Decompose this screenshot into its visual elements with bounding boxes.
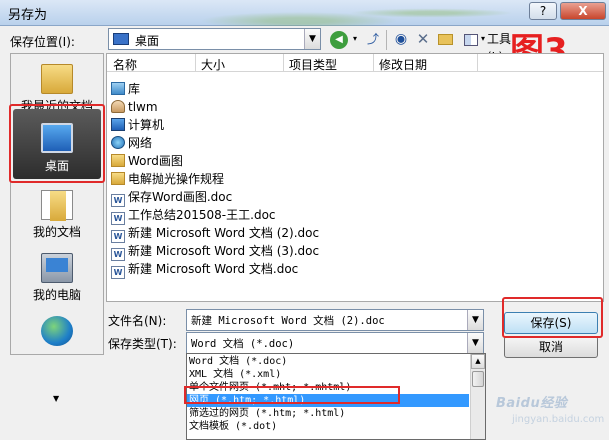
- desktop-icon: [113, 33, 129, 45]
- chevron-down-icon[interactable]: ▼: [467, 310, 483, 330]
- filetype-label: 保存类型(T):: [108, 337, 177, 351]
- file-name: 计算机: [128, 118, 165, 132]
- my-computer-icon: [41, 253, 73, 283]
- filename-value: 新建 Microsoft Word 文档 (2).doc: [191, 315, 385, 327]
- list-item[interactable]: 电解抛光操作规程: [111, 170, 224, 188]
- column-separator[interactable]: [477, 54, 478, 72]
- list-item[interactable]: 库: [111, 80, 140, 98]
- filetype-option[interactable]: Word 文档 (*.doc): [187, 355, 469, 368]
- column-separator[interactable]: [195, 54, 196, 72]
- save-highlight-box: [502, 297, 603, 338]
- network-icon: [111, 136, 125, 149]
- computer-icon: [111, 118, 125, 131]
- chevron-down-icon[interactable]: ▼: [304, 29, 320, 49]
- file-name: 库: [128, 82, 141, 96]
- watermark: Baidu经验: [496, 396, 568, 411]
- column-separator[interactable]: [283, 54, 284, 72]
- filetype-option[interactable]: XML 文档 (*.xml): [187, 368, 469, 381]
- file-name: 新建 Microsoft Word 文档.doc: [128, 262, 299, 276]
- place-network[interactable]: [13, 310, 101, 350]
- filetype-option[interactable]: 筛选过的网页 (*.htm; *.html): [187, 407, 469, 420]
- close-button[interactable]: X: [560, 2, 606, 20]
- list-item[interactable]: 计算机: [111, 116, 164, 134]
- back-dropdown-icon[interactable]: ▾: [350, 30, 360, 50]
- up-folder-icon[interactable]: ⤴: [364, 30, 382, 50]
- new-folder-icon[interactable]: [436, 30, 454, 50]
- user-folder-icon: [111, 100, 125, 113]
- file-name: 新建 Microsoft Word 文档 (3).doc: [128, 244, 320, 258]
- title-bar-background: [200, 0, 530, 26]
- scroll-up-icon[interactable]: ▲: [471, 354, 485, 369]
- save-location-dropdown[interactable]: 桌面 ▼: [108, 28, 321, 50]
- filetype-option[interactable]: 文档模板 (*.dot): [187, 420, 469, 433]
- place-label: 我的文档: [32, 225, 81, 239]
- column-header-date[interactable]: 修改日期: [379, 56, 427, 73]
- file-name: 工作总结201508-王工.doc: [128, 208, 276, 222]
- dropdown-scrollbar[interactable]: ▲: [470, 354, 485, 439]
- save-location-label: 保存位置(I):: [10, 35, 75, 49]
- folder-icon: [111, 172, 125, 185]
- file-name: tlwm: [128, 100, 158, 114]
- list-item[interactable]: 工作总结201508-王工.doc: [111, 206, 276, 225]
- desktop-highlight-box: [9, 104, 105, 183]
- places-bar: 我最近的文档 桌面 我的文档 我的电脑 ▼: [10, 53, 104, 403]
- save-location-value: 桌面: [135, 34, 160, 48]
- library-icon: [111, 82, 125, 95]
- place-label: 我的电脑: [32, 288, 81, 302]
- file-name: Word画图: [128, 154, 183, 168]
- file-list[interactable]: 名称 大小 项目类型 修改日期 库 tlwm 计算机 网络 Word画图 电解抛…: [106, 53, 604, 302]
- folder-icon: [111, 154, 125, 167]
- watermark-url: jingyan.baidu.com: [512, 414, 605, 425]
- recent-folder-icon: [41, 64, 73, 94]
- word-doc-icon: [111, 266, 125, 279]
- file-name: 网络: [128, 136, 153, 150]
- back-icon[interactable]: ◀: [330, 31, 348, 49]
- window-title: 另存为: [8, 8, 48, 23]
- list-item[interactable]: tlwm: [111, 98, 158, 116]
- delete-icon[interactable]: ✕: [414, 30, 432, 50]
- search-web-icon[interactable]: ◉: [392, 30, 410, 50]
- places-scroll-down-icon[interactable]: ▼: [53, 394, 59, 403]
- filetype-value: Word 文档 (*.doc): [191, 338, 295, 350]
- chevron-down-icon[interactable]: ▼: [467, 333, 483, 353]
- filetype-select[interactable]: Word 文档 (*.doc) ▼: [186, 332, 484, 354]
- scroll-thumb[interactable]: [472, 371, 484, 387]
- list-item[interactable]: 新建 Microsoft Word 文档 (3).doc: [111, 242, 320, 261]
- file-name: 保存Word画图.doc: [128, 190, 233, 204]
- list-item[interactable]: 新建 Microsoft Word 文档.doc: [111, 260, 299, 279]
- filename-field[interactable]: 新建 Microsoft Word 文档 (2).doc ▼: [186, 309, 484, 331]
- column-headers: 名称 大小 项目类型 修改日期: [107, 54, 603, 72]
- option-highlight-box: [184, 386, 400, 404]
- title-bar[interactable]: 另存为 ? X: [0, 0, 609, 26]
- filename-label: 文件名(N):: [108, 314, 167, 328]
- column-separator[interactable]: [373, 54, 374, 72]
- cancel-button[interactable]: 取消: [504, 336, 598, 358]
- my-documents-icon: [41, 190, 73, 221]
- file-name: 电解抛光操作规程: [128, 172, 225, 186]
- column-header-size[interactable]: 大小: [201, 56, 225, 73]
- column-header-name[interactable]: 名称: [113, 56, 137, 73]
- list-item[interactable]: Word画图: [111, 152, 183, 170]
- toolbar-separator: [386, 30, 387, 50]
- list-item[interactable]: 保存Word画图.doc: [111, 188, 233, 207]
- network-globe-icon: [41, 316, 73, 346]
- place-my-computer[interactable]: 我的电脑: [13, 247, 101, 309]
- list-item[interactable]: 新建 Microsoft Word 文档 (2).doc: [111, 224, 320, 243]
- help-button[interactable]: ?: [529, 2, 557, 20]
- place-my-documents[interactable]: 我的文档: [13, 184, 101, 246]
- file-name: 新建 Microsoft Word 文档 (2).doc: [128, 226, 320, 240]
- column-header-type[interactable]: 项目类型: [289, 56, 337, 73]
- list-item[interactable]: 网络: [111, 134, 152, 152]
